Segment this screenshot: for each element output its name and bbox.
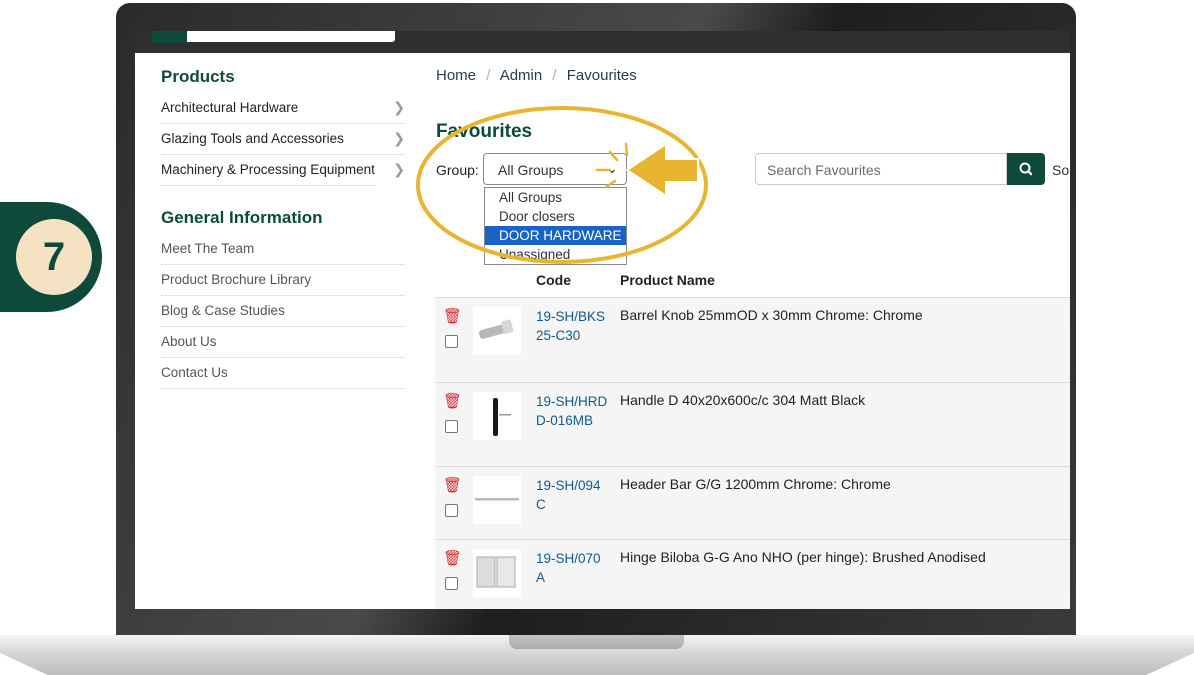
group-label: Group:: [436, 162, 479, 178]
top-bar: [135, 31, 1070, 53]
search-button[interactable]: [1007, 153, 1045, 185]
product-name: Barrel Knob 25mmOD x 30mm Chrome: Chrome: [620, 307, 923, 323]
group-option-all[interactable]: All Groups: [485, 188, 626, 207]
product-code-link[interactable]: 19-SH/070A: [536, 549, 608, 587]
product-name: Header Bar G/G 1200mm Chrome: Chrome: [620, 476, 891, 492]
sidebar-item-machinery[interactable]: Machinery & Processing Equipment ❯: [161, 155, 405, 186]
product-name: Hinge Biloba G-G Ano NHO (per hinge): Br…: [620, 549, 986, 565]
row-checkbox[interactable]: [445, 504, 458, 517]
group-select[interactable]: All Groups ⌄: [483, 153, 627, 185]
page-title: Favourites: [436, 121, 533, 142]
column-header-product-name: Product Name: [620, 272, 715, 288]
search-icon: [1019, 162, 1033, 176]
trash-icon[interactable]: 🗑: [443, 392, 462, 410]
table-row: 🗑 19-SH/BKS25-C30 Barrel Knob 25mmOD x 3…: [435, 298, 1070, 383]
group-selected-value: All Groups: [498, 162, 564, 178]
column-header-code: Code: [536, 272, 571, 288]
trash-icon[interactable]: 🗑: [443, 307, 462, 325]
breadcrumb-separator: /: [552, 67, 557, 84]
table-row: 🗑 19-SH/094C Header Bar G/G 1200mm Chrom…: [435, 467, 1070, 540]
browser-screen: Products Architectural Hardware ❯ Glazin…: [135, 31, 1070, 609]
product-thumbnail[interactable]: [473, 392, 521, 440]
sidebar-item-glazing-tools[interactable]: Glazing Tools and Accessories ❯: [161, 124, 405, 155]
product-thumbnail[interactable]: [473, 549, 521, 597]
table-row: 🗑 19-SH/070A Hinge Biloba G-G Ano NHO (p…: [435, 540, 1070, 609]
top-search-button[interactable]: [152, 31, 187, 43]
group-option-door-closers[interactable]: Door closers: [485, 207, 626, 226]
breadcrumb-home[interactable]: Home: [436, 67, 476, 84]
product-code-link[interactable]: 19-SH/094C: [536, 476, 608, 514]
hinge-image: [476, 556, 516, 588]
laptop-notch: [509, 635, 684, 649]
product-name: Handle D 40x20x600c/c 304 Matt Black: [620, 392, 866, 408]
search-input[interactable]: Search Favourites: [755, 153, 1007, 185]
general-information-heading: General Information: [161, 208, 323, 227]
product-thumbnail[interactable]: [473, 476, 521, 524]
row-checkbox[interactable]: [445, 335, 458, 348]
header-bar-image: [475, 498, 519, 501]
product-code-link[interactable]: 19-SH/BKS25-C30: [536, 307, 608, 345]
breadcrumb-admin[interactable]: Admin: [500, 67, 543, 84]
sidebar-item-label: Glazing Tools and Accessories: [161, 131, 344, 146]
step-number: 7: [16, 219, 92, 295]
chevron-right-icon: ❯: [393, 161, 405, 177]
chevron-down-icon: ⌄: [606, 160, 618, 176]
breadcrumb: Home / Admin / Favourites: [436, 67, 637, 84]
trash-icon[interactable]: 🗑: [443, 476, 462, 494]
barrel-knob-image: [478, 319, 514, 339]
product-code-link[interactable]: 19-SH/HRDD-016MB: [536, 392, 608, 430]
sidebar: Products Architectural Hardware ❯ Glazin…: [161, 67, 405, 389]
group-dropdown-list: All Groups Door closers DOOR HARDWARE Un…: [484, 187, 627, 265]
breadcrumb-current: Favourites: [566, 67, 637, 84]
chevron-right-icon: ❯: [393, 99, 405, 115]
top-search-input[interactable]: [187, 31, 395, 42]
trash-icon[interactable]: 🗑: [443, 549, 462, 567]
sidebar-item-meet-the-team[interactable]: Meet The Team: [161, 234, 405, 265]
sidebar-item-brochure-library[interactable]: Product Brochure Library: [161, 265, 405, 296]
group-option-door-hardware[interactable]: DOOR HARDWARE: [485, 226, 626, 245]
sidebar-item-label: Architectural Hardware: [161, 100, 299, 115]
chevron-right-icon: ❯: [393, 130, 405, 146]
sort-label: So: [1052, 162, 1070, 178]
sidebar-item-label: Machinery & Processing Equipment: [161, 162, 375, 177]
row-checkbox[interactable]: [445, 420, 458, 433]
sidebar-item-architectural-hardware[interactable]: Architectural Hardware ❯: [161, 93, 405, 124]
sidebar-item-contact-us[interactable]: Contact Us: [161, 358, 405, 389]
sidebar-item-about-us[interactable]: About Us: [161, 327, 405, 358]
breadcrumb-separator: /: [486, 67, 491, 84]
group-option-unassigned[interactable]: Unassigned: [485, 245, 626, 264]
table-row: 🗑 19-SH/HRDD-016MB Handle D 40x20x600c/c…: [435, 383, 1070, 467]
row-checkbox[interactable]: [445, 577, 458, 590]
sidebar-item-blog[interactable]: Blog & Case Studies: [161, 296, 405, 327]
product-thumbnail[interactable]: [473, 307, 521, 355]
products-heading: Products: [161, 67, 235, 86]
d-handle-image: [493, 398, 511, 436]
